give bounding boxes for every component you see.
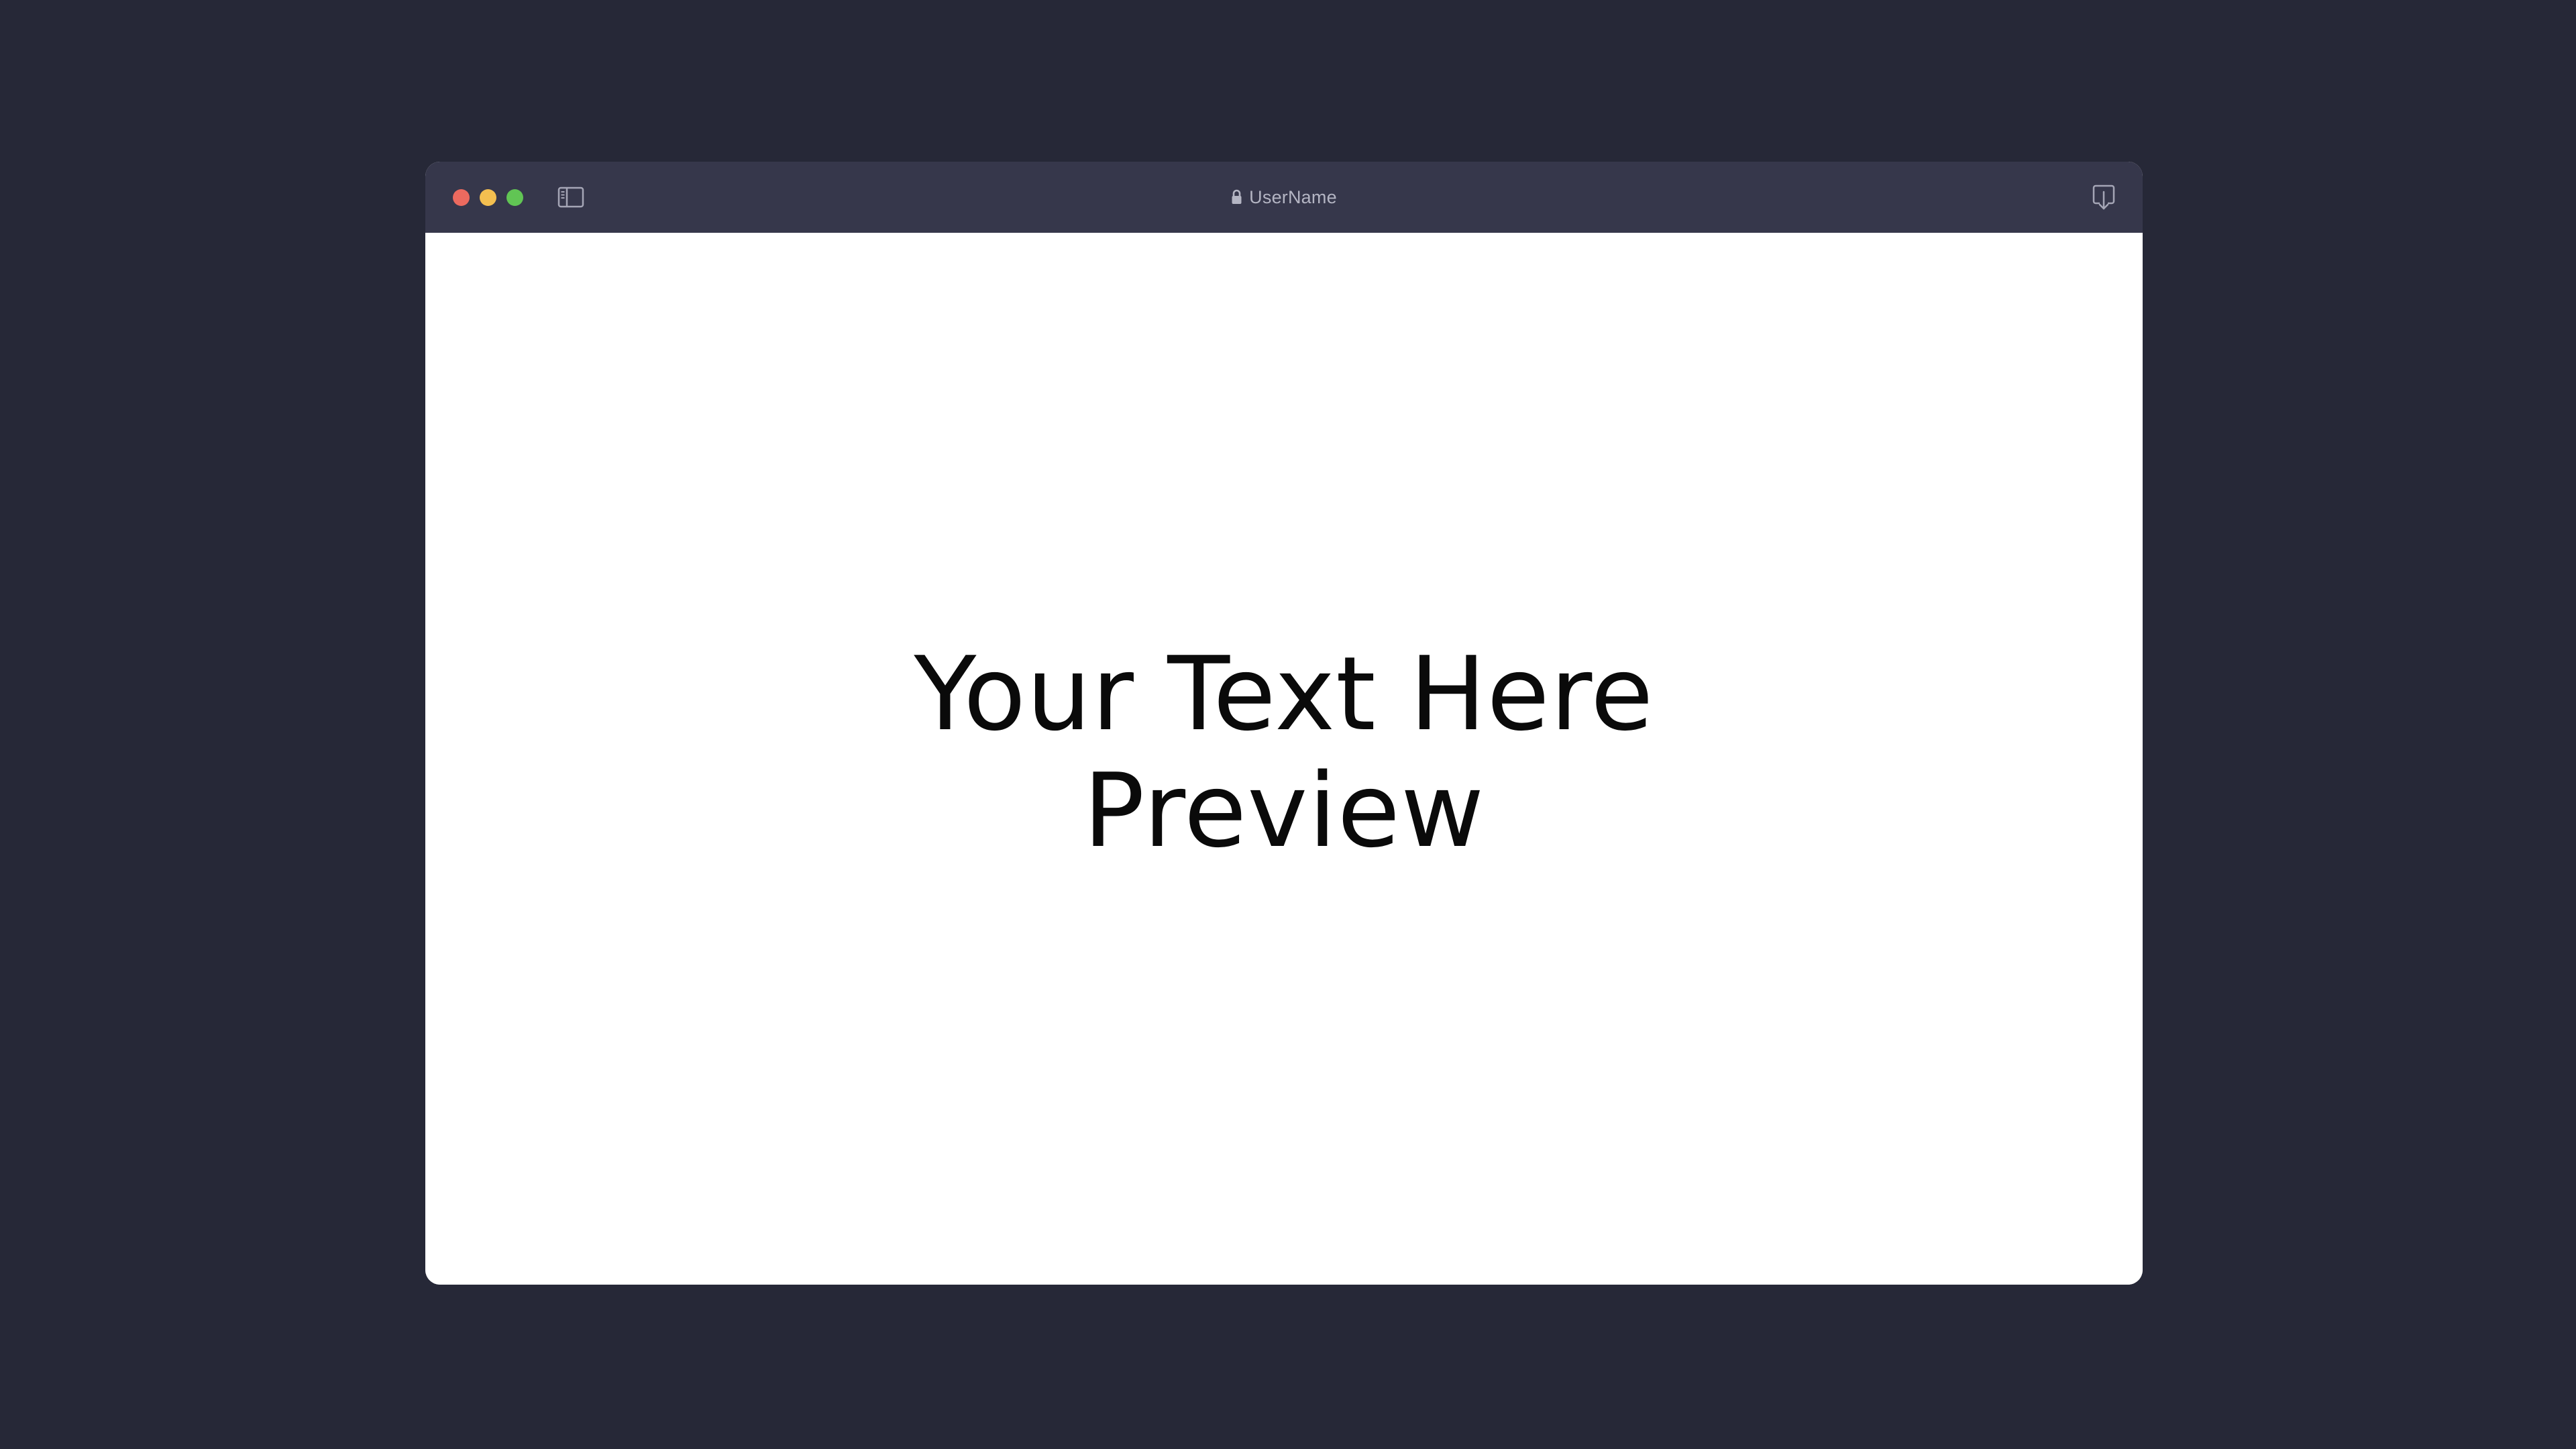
minimize-button[interactable] [480, 189, 496, 206]
address-field[interactable]: UserName [1231, 187, 1337, 208]
address-label: UserName [1249, 186, 1337, 207]
lock-icon [1232, 189, 1242, 204]
preview-line-1: Your Text Here [914, 635, 1654, 753]
browser-window: UserName Your Text Here Preview [425, 162, 2143, 1285]
preview-line-2: Preview [1083, 751, 1485, 870]
title-bar: UserName [425, 162, 2143, 233]
sidebar-icon[interactable] [557, 186, 584, 209]
preview-text: Your Text Here Preview [914, 636, 1654, 869]
download-icon[interactable] [2090, 183, 2117, 211]
address-bar: UserName [425, 162, 2143, 233]
maximize-button[interactable] [506, 189, 523, 206]
page-content: Your Text Here Preview [425, 233, 2143, 1285]
close-button[interactable] [453, 189, 470, 206]
